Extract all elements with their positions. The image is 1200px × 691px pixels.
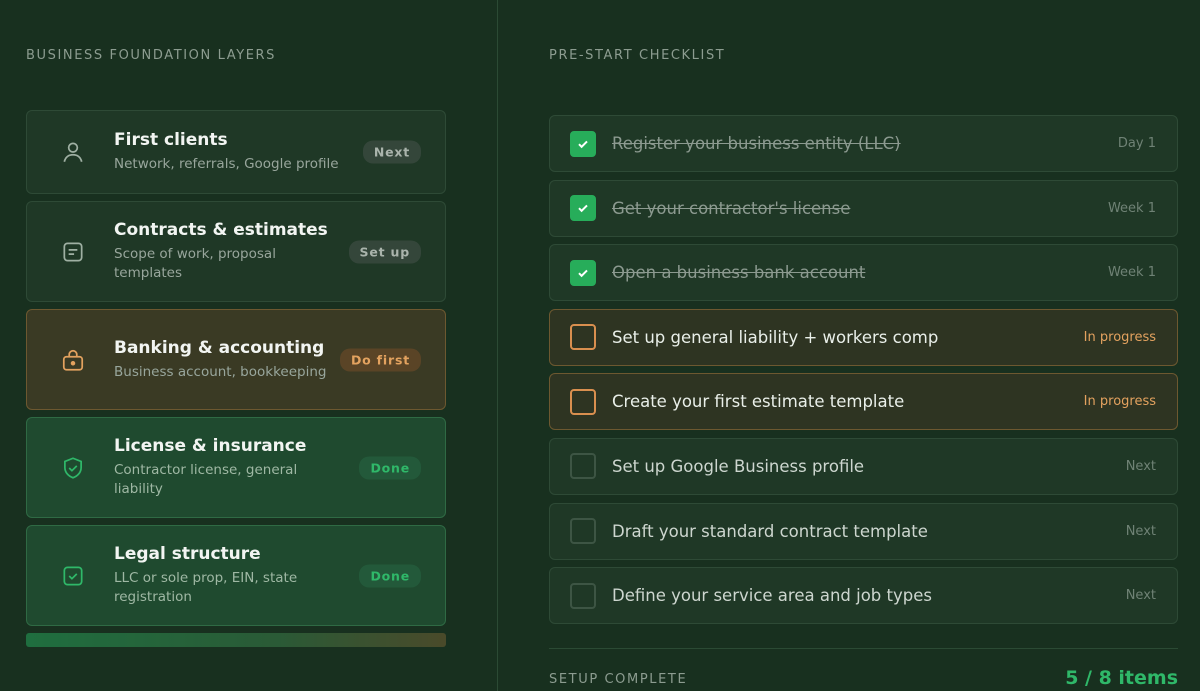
checklist-timing: In progress <box>1083 329 1156 345</box>
checkbox-unchecked[interactable] <box>570 453 596 480</box>
document-icon <box>59 238 87 266</box>
checkbox-checked[interactable] <box>570 130 596 157</box>
checkmark-icon <box>578 269 588 277</box>
checklist-item[interactable]: Set up general liability + workers comp … <box>549 308 1178 366</box>
checkbox-unchecked[interactable] <box>570 324 596 351</box>
layer-subtitle: Contractor license, general liability <box>114 462 298 497</box>
checkbox-unchecked[interactable] <box>570 388 596 415</box>
status-badge: Do first <box>339 348 421 371</box>
foundation-bar <box>26 633 446 647</box>
layer-title: Legal structure <box>114 544 261 564</box>
checklist-timing: In progress <box>1083 394 1156 410</box>
checklist-item[interactable]: Open a business bank account Week 1 <box>549 244 1178 302</box>
person-icon <box>59 138 87 166</box>
checklist-label: Draft your standard contract template <box>612 521 928 541</box>
foundation-panel: BUSINESS FOUNDATION LAYERS First clients… <box>0 0 498 691</box>
checklist-title: PRE-START CHECKLIST <box>549 48 726 63</box>
status-badge: Set up <box>348 240 421 263</box>
checkbox-checked[interactable] <box>570 195 596 222</box>
checkmark-icon <box>578 140 588 148</box>
checklist-label: Set up Google Business profile <box>612 456 865 476</box>
checkbox-checked[interactable] <box>570 259 596 286</box>
checklist-label: Open a business bank account <box>612 263 866 283</box>
checklist-item[interactable]: Create your first estimate template In p… <box>549 373 1178 431</box>
setup-complete-count: 5 / 8 items <box>1065 667 1178 689</box>
layer-subtitle: Business account, bookkeeping <box>114 363 327 380</box>
checklist-timing: Next <box>1125 588 1156 604</box>
layer-title: License & insurance <box>114 436 307 456</box>
status-badge: Done <box>359 564 421 587</box>
layer-banking[interactable]: Banking & accounting Business account, b… <box>26 309 446 410</box>
checklist-timing: Week 1 <box>1107 200 1156 216</box>
checklist-item[interactable]: Set up Google Business profile Next <box>549 437 1178 495</box>
checklist-label: Register your business entity (LLC) <box>612 134 901 153</box>
layer-subtitle: LLC or sole prop, EIN, state registratio… <box>114 570 298 605</box>
checkmark-icon <box>578 204 588 213</box>
checklist-label: Define your service area and job types <box>612 586 932 606</box>
layers-list: First clients Network, referrals, Google… <box>26 110 446 633</box>
checklist-timing: Week 1 <box>1107 265 1156 281</box>
layer-title: Contracts & estimates <box>114 220 328 240</box>
shield-check-icon <box>59 454 87 482</box>
footer-divider <box>549 648 1178 649</box>
app-root: BUSINESS FOUNDATION LAYERS First clients… <box>0 0 1200 691</box>
checklist-timing: Next <box>1125 458 1156 474</box>
checkbox-unchecked[interactable] <box>570 518 596 545</box>
checklist-label: Set up general liability + workers comp <box>612 327 939 347</box>
layer-subtitle: Network, referrals, Google profile <box>114 156 339 172</box>
checklist: Register your business entity (LLC) Day … <box>549 115 1178 632</box>
checklist-timing: Day 1 <box>1117 136 1156 151</box>
setup-complete-label: SETUP COMPLETE <box>549 672 688 687</box>
checklist-item[interactable]: Define your service area and job types N… <box>549 567 1178 625</box>
checkbox-unchecked[interactable] <box>570 582 596 609</box>
layer-first-clients[interactable]: First clients Network, referrals, Google… <box>26 110 446 194</box>
lock-bag-icon <box>59 346 87 374</box>
layer-contracts[interactable]: Contracts & estimates Scope of work, pro… <box>26 201 446 302</box>
checklist-timing: Next <box>1125 523 1156 539</box>
checkbox-icon <box>59 562 87 590</box>
status-badge: Done <box>359 456 421 479</box>
layer-legal[interactable]: Legal structure LLC or sole prop, EIN, s… <box>26 525 446 626</box>
layer-subtitle: Scope of work, proposal templates <box>114 246 276 281</box>
checklist-label: Get your contractor's license <box>612 198 851 218</box>
checklist-item[interactable]: Register your business entity (LLC) Day … <box>549 115 1178 172</box>
checklist-item[interactable]: Get your contractor's license Week 1 <box>549 179 1178 237</box>
checklist-label: Create your first estimate template <box>612 392 905 412</box>
checklist-item[interactable]: Draft your standard contract template Ne… <box>549 502 1178 560</box>
foundation-title: BUSINESS FOUNDATION LAYERS <box>26 48 277 63</box>
layer-license[interactable]: License & insurance Contractor license, … <box>26 417 446 518</box>
status-badge: Next <box>362 140 421 164</box>
